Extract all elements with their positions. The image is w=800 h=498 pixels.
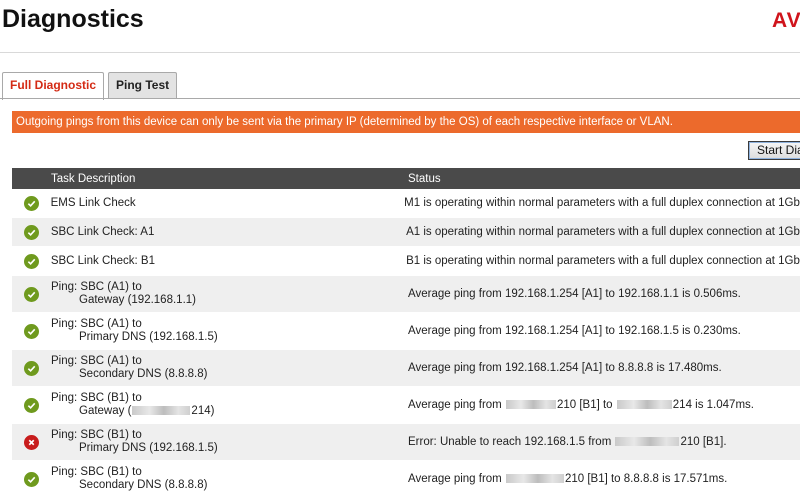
diagnostics-table: Task Description Status EMS Link Check M… <box>12 168 800 498</box>
header-divider <box>0 52 800 53</box>
column-header-status: Status <box>408 172 441 185</box>
check-circle-icon <box>24 397 39 413</box>
table-row: SBC Link Check: B1 B1 is operating withi… <box>12 247 800 276</box>
task-description: Ping: SBC (A1) to Secondary DNS (8.8.8.8… <box>51 355 408 381</box>
table-row: SBC Link Check: A1 A1 is operating withi… <box>12 218 800 247</box>
table-header: Task Description Status <box>12 168 800 189</box>
table-row: Ping: SBC (B1) to Secondary DNS (8.8.8.8… <box>12 461 800 498</box>
table-row: EMS Link Check M1 is operating within no… <box>12 189 800 218</box>
task-description: Ping: SBC (B1) to Gateway ( 214) <box>51 392 408 418</box>
column-header-task: Task Description <box>51 172 136 185</box>
status-text: Average ping from 192.168.1.254 [A1] to … <box>408 325 741 337</box>
task-line-2: Primary DNS (192.168.1.5) <box>79 331 218 343</box>
task-line-1: Ping: SBC (B1) to <box>51 429 142 441</box>
status-part-a: Average ping from <box>408 473 505 485</box>
task-description: SBC Link Check: A1 <box>50 225 155 238</box>
redacted-ip <box>615 437 680 447</box>
tab-full-diagnostic[interactable]: Full Diagnostic <box>2 72 105 100</box>
status-part-b: 210 [B1] to 8.8.8.8 is 17.571ms. <box>564 473 728 485</box>
tab-ping-test[interactable]: Ping Test <box>108 72 178 99</box>
tab-divider <box>0 98 800 99</box>
status-part-a: Error: Unable to reach 192.168.1.5 from <box>408 436 615 448</box>
task-line-2-end: 214) <box>191 405 215 417</box>
check-circle-icon <box>23 253 39 269</box>
status-text: B1 is operating within normal parameters… <box>406 255 800 267</box>
table-row: Ping: SBC (A1) to Secondary DNS (8.8.8.8… <box>12 350 800 387</box>
task-line-2: Gateway ( 214) <box>51 405 408 418</box>
redacted-ip <box>132 406 191 416</box>
status-text: Average ping from 192.168.1.254 [A1] to … <box>408 362 722 374</box>
check-circle-icon <box>23 224 39 240</box>
notice-banner: Outgoing pings from this device can only… <box>12 111 800 133</box>
task-line-2: Secondary DNS (8.8.8.8) <box>79 479 208 491</box>
table-row: Ping: SBC (A1) to Gateway (192.168.1.1) … <box>12 276 800 313</box>
status-text: Average ping from 210 [B1] to 8.8.8.8 is… <box>408 473 727 485</box>
task-line-2: Gateway (192.168.1.1) <box>79 294 196 306</box>
task-line-1: Ping: SBC (A1) to <box>51 281 142 293</box>
check-circle-icon <box>24 286 39 302</box>
check-circle-icon <box>24 471 39 487</box>
task-description: SBC Link Check: B1 <box>50 254 155 267</box>
task-line-1: Ping: SBC (A1) to <box>51 318 142 330</box>
task-description: Ping: SBC (B1) to Secondary DNS (8.8.8.8… <box>51 466 408 492</box>
status-text: Average ping from 210 [B1] to 214 is 1.0… <box>408 399 754 411</box>
status-part-c: 214 is 1.047ms. <box>672 399 754 411</box>
check-circle-icon <box>24 323 39 339</box>
task-description: Ping: SBC (B1) to Primary DNS (192.168.1… <box>51 429 408 455</box>
task-line-1: Ping: SBC (A1) to <box>51 355 142 367</box>
task-description: EMS Link Check <box>50 196 136 209</box>
task-line-2: Primary DNS (192.168.1.5) <box>79 442 218 454</box>
status-part-b: 210 [B1]. <box>680 436 727 448</box>
status-text: Average ping from 192.168.1.254 [A1] to … <box>408 288 741 300</box>
redacted-ip <box>505 400 556 410</box>
status-text: Error: Unable to reach 192.168.1.5 from … <box>408 436 727 448</box>
table-row: Ping: SBC (A1) to Primary DNS (192.168.1… <box>12 313 800 350</box>
error-x-icon <box>24 434 39 450</box>
status-part-b: 210 [B1] to <box>556 399 616 411</box>
check-circle-icon <box>24 360 39 376</box>
redacted-ip <box>616 400 672 410</box>
task-line-1: Ping: SBC (B1) to <box>51 466 142 478</box>
check-circle-icon <box>23 195 39 211</box>
task-description: Ping: SBC (A1) to Gateway (192.168.1.1) <box>51 281 408 307</box>
task-line-2: Secondary DNS (8.8.8.8) <box>79 368 208 380</box>
table-row: Ping: SBC (B1) to Gateway ( 214) Average … <box>12 387 800 424</box>
task-line-1: Ping: SBC (B1) to <box>51 392 142 404</box>
status-text: M1 is operating within normal parameters… <box>404 197 800 209</box>
task-line-2-start: Gateway ( <box>79 405 132 417</box>
status-text: A1 is operating within normal parameters… <box>406 226 800 238</box>
table-row: Ping: SBC (B1) to Primary DNS (192.168.1… <box>12 424 800 461</box>
redacted-ip <box>505 474 564 484</box>
page-title: Diagnostics <box>2 5 144 33</box>
status-part-a: Average ping from <box>408 399 505 411</box>
brand-logo: AV <box>772 9 800 32</box>
task-description: Ping: SBC (A1) to Primary DNS (192.168.1… <box>51 318 408 344</box>
start-diagnostic-button[interactable]: Start Diagnostic <box>748 141 800 160</box>
tab-bar: Full Diagnostic Ping Test <box>2 72 181 100</box>
